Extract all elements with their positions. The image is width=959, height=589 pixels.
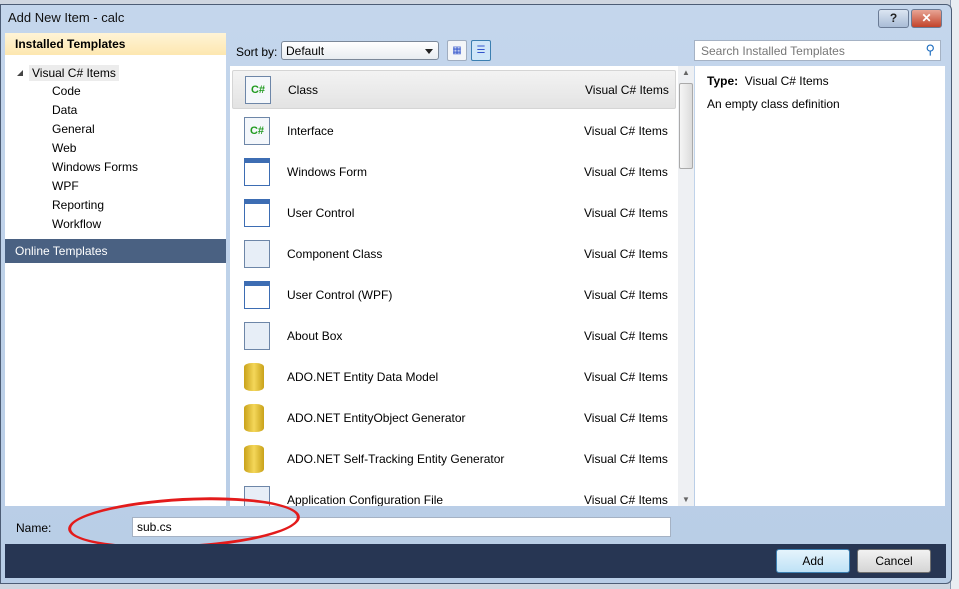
template-name: ADO.NET Self-Tracking Entity Generator [287, 451, 505, 466]
tree-label: Visual C# Items [29, 65, 119, 81]
template-row[interactable]: ADO.NET Self-Tracking Entity Generator Vi… [232, 439, 676, 478]
expand-triangle-icon[interactable] [17, 70, 23, 76]
template-name: Windows Form [287, 164, 368, 179]
search-placeholder: Search Installed Templates [701, 44, 845, 58]
tree-item-visual-csharp[interactable]: Visual C# Items [17, 65, 119, 81]
template-tree-panel: Installed Templates Visual C# Items Code… [5, 33, 226, 506]
database-icon [244, 362, 264, 391]
sort-dropdown[interactable]: Default [281, 41, 439, 60]
template-row[interactable]: User Control (WPF) Visual C# Items [232, 275, 676, 314]
template-row[interactable]: User Control Visual C# Items [232, 193, 676, 232]
template-row[interactable]: Windows Form Visual C# Items [232, 152, 676, 191]
type-value: Visual C# Items [744, 74, 829, 88]
tree-item-web[interactable]: Web [52, 141, 76, 155]
template-row[interactable]: C# Interface Visual C# Items [232, 111, 676, 150]
template-row[interactable]: ADO.NET EntityObject Generator Visual C# … [232, 398, 676, 437]
template-category: Visual C# Items [584, 246, 668, 261]
about-box-icon [244, 321, 270, 350]
template-row[interactable]: Application Configuration File Visual C# … [232, 480, 676, 506]
template-category: Visual C# Items [584, 410, 668, 425]
installed-templates-header[interactable]: Installed Templates [5, 33, 226, 55]
tree-item-workflow[interactable]: Workflow [52, 217, 101, 231]
database-icon [244, 444, 264, 473]
template-name: Class [288, 82, 319, 97]
help-button[interactable]: ? [878, 9, 909, 28]
scroll-thumb[interactable] [679, 83, 693, 169]
template-category: Visual C# Items [584, 205, 668, 220]
template-row[interactable]: About Box Visual C# Items [232, 316, 676, 355]
template-category: Visual C# Items [584, 492, 668, 507]
search-icon[interactable]: ⚲ [925, 42, 935, 58]
tree-item-data[interactable]: Data [52, 103, 77, 117]
template-name: Application Configuration File [287, 492, 444, 507]
component-class-icon [244, 239, 270, 268]
sort-label: Sort by: [236, 45, 278, 59]
user-control-icon [244, 198, 270, 227]
wpf-user-control-icon [244, 280, 270, 309]
tree-item-code[interactable]: Code [52, 84, 81, 98]
chevron-down-icon [425, 49, 433, 54]
template-name: ADO.NET EntityObject Generator [287, 410, 466, 425]
template-category: Visual C# Items [584, 328, 668, 343]
add-button[interactable]: Add [776, 549, 850, 573]
tree-item-general[interactable]: General [52, 122, 95, 136]
template-row[interactable]: Component Class Visual C# Items [232, 234, 676, 273]
database-icon [244, 403, 264, 432]
template-category: Visual C# Items [584, 451, 668, 466]
type-label: Type: [707, 74, 739, 88]
name-label: Name: [16, 521, 52, 535]
template-category: Visual C# Items [584, 369, 668, 384]
template-name: ADO.NET Entity Data Model [287, 369, 439, 384]
template-name: About Box [287, 328, 343, 343]
sort-value: Default [286, 44, 325, 58]
template-name: Component Class [287, 246, 383, 261]
close-button[interactable]: ✕ [911, 9, 942, 28]
template-list: C# Class Visual C# Items C# Interface Visual … [230, 66, 678, 506]
search-input[interactable]: Search Installed Templates ⚲ [694, 40, 941, 61]
template-category: Visual C# Items [584, 287, 668, 302]
list-scrollbar[interactable]: ▲ ▼ [678, 66, 694, 506]
tree-item-wpf[interactable]: WPF [52, 179, 79, 193]
template-category: Visual C# Items [584, 164, 668, 179]
medium-icons-view-button[interactable]: ▦ [447, 40, 467, 61]
template-category: Visual C# Items [584, 123, 668, 138]
template-name: User Control (WPF) [287, 287, 393, 302]
tree-item-reporting[interactable]: Reporting [52, 198, 104, 212]
template-category: Visual C# Items [585, 82, 669, 97]
dialog-title: Add New Item - calc [8, 10, 125, 25]
scroll-down-icon[interactable]: ▼ [682, 495, 690, 504]
template-row[interactable]: C# Class Visual C# Items [232, 70, 676, 109]
windows-form-icon [244, 157, 270, 186]
template-name: Interface [287, 123, 334, 138]
cancel-button[interactable]: Cancel [857, 549, 931, 573]
tree-item-windows-forms[interactable]: Windows Forms [52, 160, 138, 174]
template-row[interactable]: ADO.NET Entity Data Model Visual C# Items [232, 357, 676, 396]
template-name: User Control [287, 205, 355, 220]
online-templates-header[interactable]: Online Templates [5, 239, 226, 263]
interface-icon: C# [244, 116, 270, 145]
csharp-file-icon: C# [245, 75, 271, 104]
scroll-up-icon[interactable]: ▲ [682, 68, 690, 77]
list-view-button[interactable]: ☰ [471, 40, 491, 61]
template-description: An empty class definition [707, 97, 840, 111]
details-panel: Type: Visual C# Items An empty class def… [695, 66, 945, 506]
